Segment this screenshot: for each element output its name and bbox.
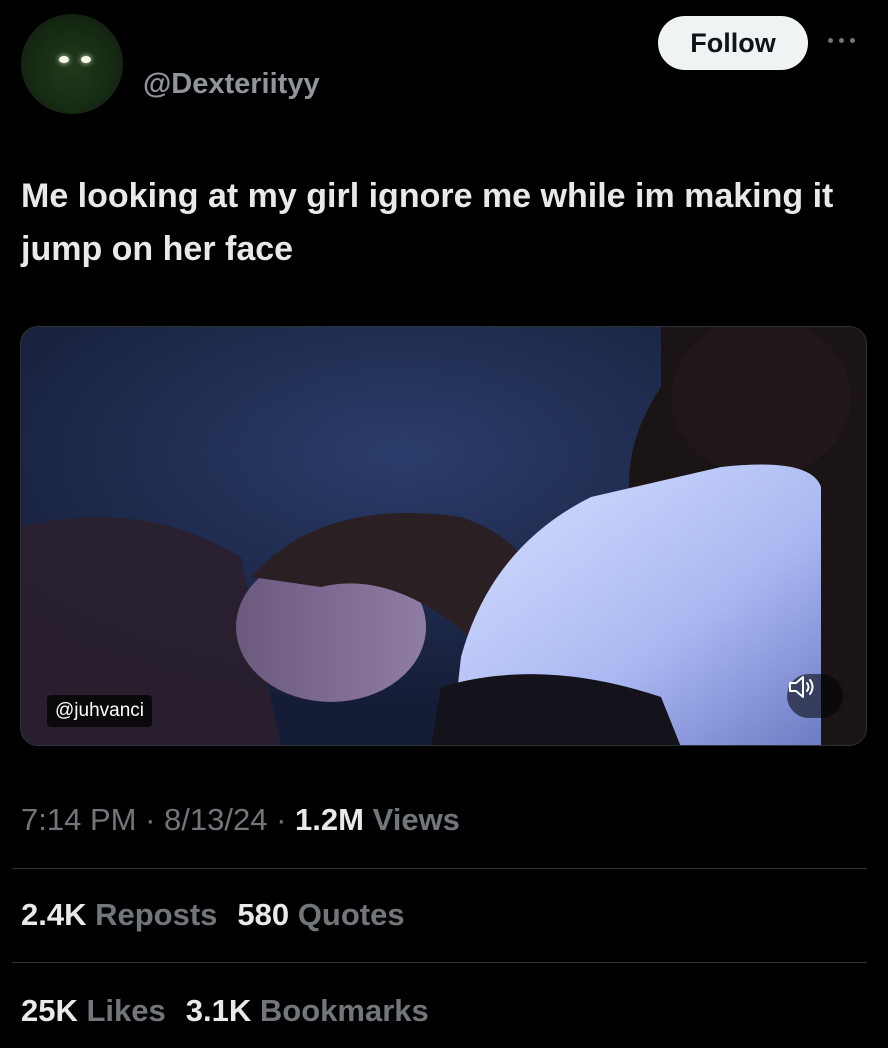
reposts-stat[interactable]: 2.4K Reposts [21,897,217,933]
more-dot [839,37,844,43]
reposts-label: Reposts [95,897,218,932]
likes-label: Likes [86,993,166,1028]
tweet-time[interactable]: 7:14 PM [21,802,136,837]
author-handle[interactable]: @Dexteriityy [143,68,320,101]
volume-icon[interactable] [787,674,843,718]
divider [12,868,867,869]
avatar-eye-right [81,56,91,63]
video-player[interactable]: @juhvanci [20,326,867,746]
bookmarks-stat[interactable]: 3.1K Bookmarks [186,993,429,1029]
tweet-text: Me looking at my girl ignore me while im… [21,177,834,268]
follow-button[interactable]: Follow [658,16,808,70]
video-watermark: @juhvanci [47,695,152,727]
meta-separator: · [276,802,287,837]
views-label: Views [372,802,460,837]
quotes-label: Quotes [297,897,405,932]
avatar[interactable] [21,14,123,114]
more-dot [850,37,855,43]
divider [12,962,867,963]
avatar-eye-left [59,56,69,63]
meta-separator: · [145,802,156,837]
stats-row-reposts: 2.4K Reposts 580 Quotes [21,897,405,933]
video-frame [21,327,866,745]
bookmarks-label: Bookmarks [259,993,429,1028]
views-count: 1.2M [295,802,364,837]
tweet-date[interactable]: 8/13/24 [164,802,267,837]
quotes-count: 580 [237,897,290,932]
stats-row-likes: 25K Likes 3.1K Bookmarks [21,993,429,1029]
more-options-icon[interactable] [828,30,868,50]
likes-count: 25K [21,993,78,1028]
tweet-header: @Dexteriityy Follow [0,0,888,130]
more-dot [828,37,833,43]
quotes-stat[interactable]: 580 Quotes [237,897,404,933]
tweet-meta: 7:14 PM · 8/13/24 · 1.2M Views [21,802,460,838]
speaker-glyph [789,676,814,698]
tweet-detail-page: @Dexteriityy Follow Me looking at my gir… [0,0,888,1048]
bookmarks-count: 3.1K [185,993,252,1028]
likes-stat[interactable]: 25K Likes [21,993,166,1029]
reposts-count: 2.4K [21,897,87,932]
